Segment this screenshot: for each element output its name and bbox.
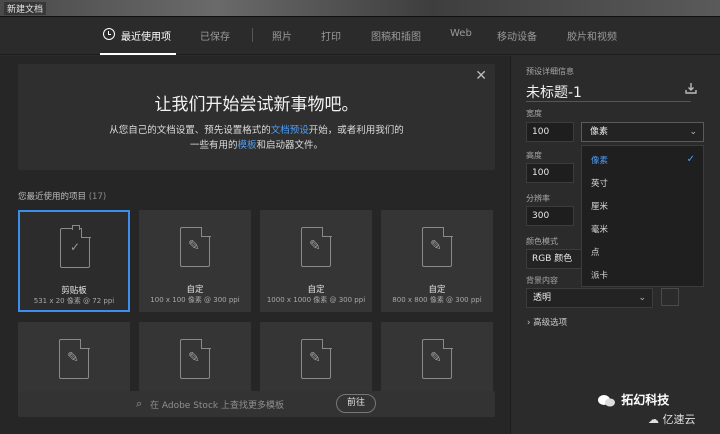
document-icon: ✎	[180, 338, 211, 379]
document-presets-link[interactable]: 文档预设	[271, 125, 309, 136]
recent-item-custom[interactable]: ✎ 自定 800 x 800 像素 @ 300 ppi	[381, 210, 493, 312]
checkmark-icon: ✓	[686, 154, 695, 165]
tab-mobile[interactable]: 移动设备	[497, 28, 537, 43]
recent-panel: ✕ 让我们开始尝试新事物吧。 从您自己的文档设置、预先设置格式的文档预设开始，或…	[0, 56, 510, 434]
banner-text-line2: 一些有用的模板和启动器文件。	[18, 137, 495, 151]
chevron-right-icon: ›	[527, 318, 531, 328]
tab-recent[interactable]: 最近使用项	[121, 28, 171, 43]
unit-option-points[interactable]: 点	[591, 246, 600, 258]
category-tabs: 最近使用项 已保存 照片 打印 图稿和插图 Web 移动设备 胶片和视频	[0, 17, 720, 55]
save-preset-icon[interactable]	[684, 81, 698, 95]
banner-text: 和启动器文件。	[256, 140, 324, 151]
tab-web[interactable]: Web	[450, 28, 472, 39]
chevron-down-icon: ⌄	[689, 127, 697, 137]
unit-option-picas[interactable]: 派卡	[591, 269, 608, 281]
unit-option-millimeters[interactable]: 毫米	[591, 223, 608, 235]
banner-text: 开始，或者利用我们的	[308, 125, 404, 136]
document-icon: ✎	[422, 226, 453, 267]
unit-option-centimeters[interactable]: 厘米	[591, 200, 608, 212]
wechat-icon	[598, 394, 615, 406]
color-mode-label: 颜色模式	[526, 237, 558, 246]
banner-heading: 让我们开始尝试新事物吧。	[154, 95, 359, 115]
recent-item-custom[interactable]: ✎ 自定 100 x 100 像素 @ 300 ppi	[139, 210, 251, 312]
banner-text-line1: 从您自己的文档设置、预先设置格式的文档预设开始，或者利用我们的	[18, 122, 495, 136]
item-size: 800 x 800 像素 @ 300 ppi	[392, 296, 482, 304]
recent-count: (17)	[88, 192, 107, 202]
cloud-icon: ☁	[648, 413, 659, 426]
advanced-options-label: 高级选项	[533, 318, 568, 328]
stock-search-input[interactable]: 在 Adobe Stock 上查找更多模板	[150, 398, 284, 411]
height-label: 高度	[526, 151, 542, 160]
chevron-down-icon: ⌄	[638, 293, 646, 303]
document-icon: ✎	[422, 338, 453, 379]
recent-item-custom[interactable]: ✎ 自定 1000 x 1000 像素 @ 300 ppi	[260, 210, 372, 312]
background-label: 背景内容	[526, 276, 558, 285]
tab-film-video[interactable]: 胶片和视频	[567, 28, 617, 43]
go-button[interactable]: 前往	[336, 394, 376, 413]
advanced-options-toggle[interactable]: › 高级选项	[527, 316, 567, 328]
watermark: 拓幻科技	[597, 391, 669, 408]
document-icon: ✎	[59, 338, 90, 379]
window-title: 新建文档	[4, 2, 47, 15]
clipboard-icon: ✓	[60, 225, 91, 268]
resolution-label: 分辨率	[526, 194, 550, 203]
item-name: 自定	[428, 285, 446, 295]
background-color-swatch[interactable]	[661, 288, 679, 306]
item-size: 531 x 20 像素 @ 72 ppi	[33, 297, 115, 305]
recent-items-label: 您最近使用的项目 (17)	[18, 190, 106, 202]
item-name: 剪贴板	[61, 286, 87, 296]
item-name: 自定	[307, 285, 325, 295]
color-mode-select[interactable]: RGB 颜色	[526, 249, 586, 269]
yisu-badge: ☁ 亿速云	[648, 411, 696, 427]
active-tab-indicator	[100, 53, 176, 55]
close-icon[interactable]: ✕	[475, 68, 487, 84]
new-document-dialog: 最近使用项 已保存 照片 打印 图稿和插图 Web 移动设备 胶片和视频 ✕ 让…	[0, 17, 720, 434]
width-input[interactable]: 100	[526, 122, 574, 142]
width-label: 宽度	[526, 109, 542, 118]
title-underline	[526, 101, 691, 102]
unit-select[interactable]: 像素 ⌄	[581, 122, 704, 142]
document-icon: ✎	[180, 226, 211, 267]
banner-text: 从您自己的文档设置、预先设置格式的	[109, 125, 271, 136]
document-icon: ✎	[301, 226, 332, 267]
stock-search-bar: ⌕ 在 Adobe Stock 上查找更多模板 前往	[18, 391, 495, 417]
unit-select-value: 像素	[590, 127, 609, 137]
tab-print[interactable]: 打印	[321, 28, 341, 43]
title-bar: 新建文档	[0, 0, 720, 17]
badge-text: 亿速云	[662, 413, 696, 426]
tab-separator	[252, 28, 253, 42]
background-select[interactable]: 透明 ⌄	[526, 288, 653, 308]
document-name-field[interactable]: 未标题-1	[526, 82, 582, 102]
item-size: 100 x 100 像素 @ 300 ppi	[150, 296, 240, 304]
tab-saved[interactable]: 已保存	[200, 28, 230, 43]
background-value: 透明	[533, 293, 552, 303]
clock-icon	[103, 28, 115, 40]
welcome-banner: ✕ 让我们开始尝试新事物吧。 从您自己的文档设置、预先设置格式的文档预设开始，或…	[18, 64, 495, 170]
banner-text: 一些有用的	[189, 140, 238, 151]
search-icon: ⌕	[136, 397, 143, 410]
recent-label-text: 您最近使用的项目	[18, 192, 87, 202]
tab-photo[interactable]: 照片	[272, 28, 292, 43]
unit-option-pixels[interactable]: 像素	[591, 154, 608, 166]
unit-option-inches[interactable]: 英寸	[591, 177, 608, 189]
preset-details-label: 预设详细信息	[526, 67, 574, 76]
unit-dropdown-menu: 像素 ✓ 英寸 厘米 毫米 点 派卡	[581, 145, 704, 287]
tab-art-illustration[interactable]: 图稿和插图	[371, 28, 421, 43]
resolution-input[interactable]: 300	[526, 206, 574, 226]
watermark-text: 拓幻科技	[621, 393, 670, 407]
templates-link[interactable]: 模板	[237, 140, 256, 151]
item-size: 1000 x 1000 像素 @ 300 ppi	[266, 296, 366, 304]
preset-details-panel: 预设详细信息 未标题-1 宽度 100 像素 ⌄ 高度 100 分辨率 300 …	[510, 56, 720, 434]
height-input[interactable]: 100	[526, 163, 574, 183]
recent-item-clipboard[interactable]: ✓ 剪贴板 531 x 20 像素 @ 72 ppi	[18, 210, 130, 312]
document-icon: ✎	[301, 338, 332, 379]
item-name: 自定	[186, 285, 204, 295]
